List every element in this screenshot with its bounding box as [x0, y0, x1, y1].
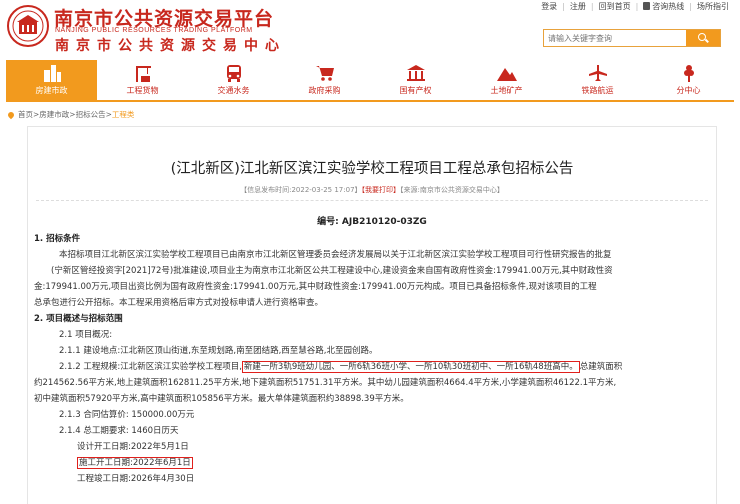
nav-label: 政府采购: [308, 86, 341, 95]
breadcrumb-tender-notice[interactable]: 招标公告: [76, 109, 106, 120]
nav-item-land[interactable]: 土地矿产: [461, 60, 552, 100]
notice-number: 编号: AJB210120-03ZG: [317, 217, 427, 227]
line-text: (宁新区管经投资字[2021]72号)批准建设,项目业主为南京市江北新区公共工程…: [51, 266, 613, 276]
register-link[interactable]: 注册: [565, 1, 591, 12]
nav-label: 分中心: [676, 86, 701, 95]
hotline-link[interactable]: 咨询热线: [638, 1, 689, 12]
nav-item-rail-shipping[interactable]: 铁路航运: [552, 60, 643, 100]
nav-label: 铁路航运: [581, 86, 614, 95]
body-line: 设计开工日期:2022年5月1日: [34, 439, 714, 455]
line-text: 总承包进行公开招标。本工程采用资格后审方式对投标申请人进行资格审查。: [34, 298, 324, 308]
section-heading: 1. 招标条件: [34, 231, 714, 247]
body-line: 2.1.1 建设地点:江北新区顶山街道,东至规划路,南至团结路,西至慧谷路,北至…: [34, 343, 714, 359]
breadcrumb: 首页 > 房建市政 > 招标公告 > 工程类: [6, 109, 135, 120]
top-bar: 南京市公共资源交易平台 NANJING PUBLIC RESOURCES TRA…: [0, 0, 740, 60]
main-nav: 房建市政 工程货物 交通水务 政府采购 国有产权 土地矿产 铁路航运 分中心: [6, 60, 734, 102]
line-text: 设计开工日期:2022年5月1日: [77, 442, 189, 452]
bank-icon: [406, 65, 425, 81]
print-link[interactable]: 【我要打印】: [362, 186, 401, 194]
body-line: 金:179941.00万元,项目出资比例为国有政府性资金:179941.00万元…: [34, 279, 714, 295]
brand-center-name: 南京市公共资源交易中心: [55, 38, 286, 54]
body-line: 2.1 项目概况:: [34, 327, 714, 343]
notice-meta: 【信息发布时间:2022-03-25 17:07】【我要打印】【来源:南京市公共…: [28, 185, 716, 195]
body-line: 初中建筑面积57920平方米,高中建筑面积105856平方米。最大单体建筑面积约…: [34, 391, 714, 407]
search-input[interactable]: [544, 30, 686, 46]
line-text: 2. 项目概述与招标范围: [34, 314, 123, 324]
search-button[interactable]: [686, 30, 720, 46]
home-link[interactable]: 回到首页: [594, 1, 636, 12]
crane-icon: [135, 66, 151, 82]
line-text: 总建筑面积: [579, 362, 623, 372]
line-text: 约214562.56平方米,地上建筑面积162811.25平方米,地下建筑面积5…: [34, 378, 617, 388]
nav-item-housing[interactable]: 房建市政: [6, 60, 97, 100]
body-line: 施工开工日期:2022年6月1日: [34, 455, 714, 471]
nav-label: 国有产权: [399, 86, 432, 95]
breadcrumb-home[interactable]: 首页: [18, 109, 33, 120]
nav-item-goods[interactable]: 工程货物: [97, 60, 188, 100]
publish-time: 【信息发布时间:2022-03-25 17:07】: [240, 186, 362, 194]
line-text: 2.1 项目概况:: [59, 330, 113, 340]
line-text: 初中建筑面积57920平方米,高中建筑面积105856平方米。最大单体建筑面积约…: [34, 394, 409, 404]
venue-guide-link[interactable]: 场所指引: [692, 1, 734, 12]
mountain-icon: [496, 68, 517, 81]
line-text: 2.1.3 合同估算价: 150000.00万元: [59, 410, 195, 420]
breadcrumb-current[interactable]: 工程类: [112, 109, 135, 120]
line-text: 2.1.1 建设地点:江北新区顶山街道,东至规划路,南至团结路,西至慧谷路,北至…: [59, 346, 378, 356]
nav-item-transport[interactable]: 交通水务: [188, 60, 279, 100]
nav-label: 交通水务: [217, 86, 250, 95]
notice-body: 1. 招标条件本招标项目江北新区滨江实验学校工程项目已由南京市江北新区管理委员会…: [34, 231, 714, 487]
search-icon: [698, 33, 706, 41]
line-text: 1. 招标条件: [34, 234, 81, 244]
body-line: 总承包进行公开招标。本工程采用资格后审方式对投标申请人进行资格审查。: [34, 295, 714, 311]
line-text: 金:179941.00万元,项目出资比例为国有政府性资金:179941.00万元…: [34, 282, 597, 292]
nav-item-branch[interactable]: 分中心: [643, 60, 734, 100]
line-text: 2.1.2 工程规模:江北新区滨江实验学校工程项目,: [59, 362, 242, 372]
body-line: 工程竣工日期:2026年4月30日: [34, 471, 714, 487]
bus-icon: [226, 65, 241, 82]
body-line: 2.1.3 合同估算价: 150000.00万元: [34, 407, 714, 423]
body-line: 2.1.4 总工期要求: 1460日历天: [34, 423, 714, 439]
highlighted-text: 施工开工日期:2022年6月1日: [77, 457, 193, 469]
cart-icon: [315, 66, 334, 81]
breadcrumb-housing[interactable]: 房建市政: [39, 109, 69, 120]
nav-label: 房建市政: [35, 86, 68, 95]
plane-icon: [588, 65, 607, 81]
brand-title-en: NANJING PUBLIC RESOURCES TRADING PLATFOR…: [55, 27, 253, 34]
search-box: [543, 29, 721, 47]
notice-panel: (江北新区)江北新区滨江实验学校工程项目工程总承包招标公告 【信息发布时间:20…: [27, 126, 717, 504]
nav-item-procurement[interactable]: 政府采购: [279, 60, 370, 100]
divider: [36, 200, 708, 201]
top-links: 登录 | 注册 | 回到首页 | 咨询热线 | 场所指引: [536, 0, 734, 12]
page-title: (江北新区)江北新区滨江实验学校工程项目工程总承包招标公告: [170, 161, 574, 177]
line-text: 工程竣工日期:2026年4月30日: [77, 474, 195, 484]
body-line: 本招标项目江北新区滨江实验学校工程项目已由南京市江北新区管理委员会经济发展局以关…: [34, 247, 714, 263]
highlighted-text: 新建一所3轨9班幼儿园、一所6轨36班小学、一所10轨30班初中、一所16轨48…: [241, 361, 580, 373]
section-heading: 2. 项目概述与招标范围: [34, 311, 714, 327]
body-line: 约214562.56平方米,地上建筑面积162811.25平方米,地下建筑面积5…: [34, 375, 714, 391]
line-text: 2.1.4 总工期要求: 1460日历天: [59, 426, 179, 436]
line-text: 本招标项目江北新区滨江实验学校工程项目已由南京市江北新区管理委员会经济发展局以关…: [59, 250, 612, 260]
phone-icon: [643, 1, 651, 10]
building-icon: [43, 65, 61, 82]
nav-item-property[interactable]: 国有产权: [370, 60, 461, 100]
notice-source: 【来源:南京市公共资源交易中心】: [400, 186, 504, 194]
platform-logo-icon[interactable]: [6, 4, 50, 48]
body-line: 2.1.2 工程规模:江北新区滨江实验学校工程项目, 新建一所3轨9班幼儿园、一所…: [34, 359, 714, 375]
body-line: (宁新区管经投资字[2021]72号)批准建设,项目业主为南京市江北新区公共工程…: [34, 263, 714, 279]
tree-icon: [683, 65, 694, 82]
nav-label: 工程货物: [126, 86, 159, 95]
nav-label: 土地矿产: [490, 86, 523, 95]
login-link[interactable]: 登录: [536, 1, 562, 12]
location-pin-icon: [6, 110, 16, 119]
